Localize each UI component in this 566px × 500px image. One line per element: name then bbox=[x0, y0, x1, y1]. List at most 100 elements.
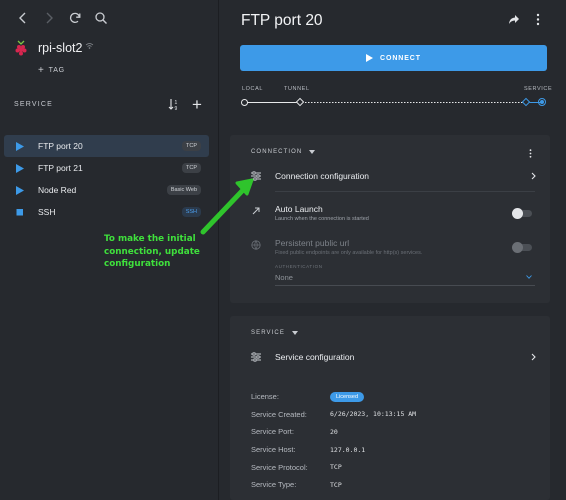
refresh-button[interactable] bbox=[62, 9, 87, 27]
service-name: Node Red bbox=[38, 185, 77, 195]
service-card-header[interactable]: SERVICE bbox=[251, 330, 298, 336]
svg-text:9: 9 bbox=[175, 106, 178, 111]
info-row: Service Protocol: TCP bbox=[251, 458, 531, 476]
connection-route: LOCAL TUNNEL SERVICE bbox=[240, 86, 552, 110]
connection-card: CONNECTION Connection configuration Auto… bbox=[230, 135, 550, 303]
sliders-icon bbox=[251, 352, 261, 362]
device-info: rpi-slot2 + TAG bbox=[14, 40, 94, 76]
auto-launch-desc: Launch when the connection is started bbox=[275, 216, 369, 222]
license-badge: Licensed bbox=[330, 391, 365, 402]
chevron-right-icon bbox=[46, 12, 53, 24]
service-list: FTP port 20 TCP FTP port 21 TCP Node Red… bbox=[4, 135, 209, 223]
globe-icon bbox=[251, 240, 261, 250]
persistent-url-row: Persistent public url Fixed public endpo… bbox=[251, 238, 536, 256]
search-button[interactable] bbox=[88, 9, 113, 27]
raspberry-pi-icon bbox=[15, 40, 27, 56]
top-navigation bbox=[10, 9, 114, 27]
authentication-label: AUTHENTICATION bbox=[275, 264, 323, 269]
connection-header-label: CONNECTION bbox=[251, 149, 303, 155]
card-more-icon[interactable] bbox=[529, 149, 532, 158]
play-icon bbox=[16, 141, 24, 151]
add-tag-button[interactable]: + TAG bbox=[38, 65, 94, 76]
route-proxy-node bbox=[521, 97, 531, 107]
persistent-url-toggle[interactable] bbox=[512, 242, 532, 253]
info-key: Service Created: bbox=[251, 409, 307, 419]
stop-icon bbox=[16, 208, 23, 215]
persistent-url-desc: Fixed public endpoints are only availabl… bbox=[275, 250, 423, 256]
service-name: SSH bbox=[38, 207, 56, 217]
route-dashed-line bbox=[302, 102, 527, 103]
service-badge: SSH bbox=[181, 207, 201, 217]
launch-arrow-icon bbox=[252, 207, 260, 215]
authentication-underline bbox=[275, 285, 535, 286]
service-card: SERVICE Service configuration License: L… bbox=[230, 316, 550, 500]
service-item-node-red[interactable]: Node Red Basic Web bbox=[4, 179, 209, 201]
play-icon bbox=[366, 54, 374, 62]
info-row-license: License: Licensed bbox=[251, 388, 531, 406]
refresh-icon bbox=[69, 12, 80, 24]
chevron-down-icon bbox=[526, 275, 532, 279]
info-row: Service Type: TCP bbox=[251, 476, 531, 494]
authentication-select[interactable]: AUTHENTICATION None bbox=[275, 264, 535, 286]
info-row: Service Created: 6/26/2023, 10:13:15 AM bbox=[251, 406, 531, 424]
info-value: 20 bbox=[330, 427, 338, 436]
page-title: FTP port 20 bbox=[241, 12, 323, 29]
service-badge: Basic Web bbox=[166, 185, 201, 195]
add-service-button[interactable]: + bbox=[192, 96, 202, 113]
sliders-icon bbox=[251, 171, 261, 181]
authentication-value: None bbox=[275, 273, 293, 282]
caret-down-icon bbox=[309, 150, 316, 154]
more-vertical-icon[interactable] bbox=[536, 13, 540, 26]
service-name: FTP port 20 bbox=[38, 141, 83, 151]
service-item-ftp-port-20[interactable]: FTP port 20 TCP bbox=[4, 135, 209, 157]
annotation-text: To make the initial connection, update c… bbox=[104, 234, 200, 269]
search-icon bbox=[94, 12, 107, 24]
connection-configuration-row[interactable]: Connection configuration bbox=[251, 171, 536, 181]
service-name: FTP port 21 bbox=[38, 163, 83, 173]
device-name: rpi-slot2 bbox=[38, 41, 83, 55]
route-local-node bbox=[241, 99, 248, 106]
sort-icon[interactable]: 19 bbox=[168, 98, 180, 111]
main-panel: FTP port 20 CONNECT LOCAL TUNNEL SERVICE… bbox=[220, 0, 566, 500]
divider bbox=[275, 191, 535, 192]
route-service-node bbox=[538, 98, 546, 106]
chevron-right-icon bbox=[531, 353, 536, 361]
plus-icon: + bbox=[38, 65, 45, 76]
route-service-label: SERVICE bbox=[524, 86, 553, 92]
back-button[interactable] bbox=[10, 9, 35, 27]
auto-launch-row[interactable]: Auto Launch Launch when the connection i… bbox=[251, 204, 536, 222]
info-key: License: bbox=[251, 392, 279, 402]
info-key: Service Host: bbox=[251, 445, 296, 455]
chevron-left-icon bbox=[18, 12, 25, 24]
play-icon bbox=[16, 185, 24, 195]
auto-launch-title: Auto Launch bbox=[275, 204, 323, 214]
info-key: Service Port: bbox=[251, 427, 294, 437]
route-local-label: LOCAL bbox=[242, 86, 264, 92]
info-row: Service Port: 20 bbox=[251, 423, 531, 441]
chevron-right-icon bbox=[531, 172, 536, 180]
info-key: Service Type: bbox=[251, 480, 297, 490]
route-tunnel-node bbox=[295, 97, 305, 107]
info-value: TCP bbox=[330, 463, 342, 472]
service-item-ftp-port-21[interactable]: FTP port 21 TCP bbox=[4, 157, 209, 179]
route-tunnel-label: TUNNEL bbox=[284, 86, 310, 92]
connect-button[interactable]: CONNECT bbox=[240, 45, 547, 71]
play-icon bbox=[16, 163, 24, 173]
tag-label: TAG bbox=[48, 67, 65, 74]
service-badge: TCP bbox=[182, 163, 201, 173]
info-value: 6/26/2023, 10:13:15 AM bbox=[330, 410, 417, 419]
service-config-label: Service configuration bbox=[275, 352, 355, 362]
service-card-header-label: SERVICE bbox=[251, 330, 285, 336]
service-item-ssh[interactable]: SSH SSH bbox=[4, 201, 209, 223]
connection-card-header[interactable]: CONNECTION bbox=[251, 149, 316, 155]
forward-button[interactable] bbox=[36, 9, 61, 27]
service-configuration-row[interactable]: Service configuration bbox=[251, 352, 536, 362]
persistent-url-title: Persistent public url bbox=[275, 238, 350, 248]
service-header-label: SERVICE bbox=[14, 101, 54, 108]
connect-label: CONNECT bbox=[380, 54, 421, 62]
info-key: Service Protocol: bbox=[251, 462, 308, 472]
wifi-icon bbox=[86, 42, 94, 49]
service-section-header: SERVICE 19 + bbox=[14, 96, 206, 113]
share-icon[interactable] bbox=[508, 14, 520, 25]
auto-launch-toggle[interactable] bbox=[512, 208, 532, 219]
